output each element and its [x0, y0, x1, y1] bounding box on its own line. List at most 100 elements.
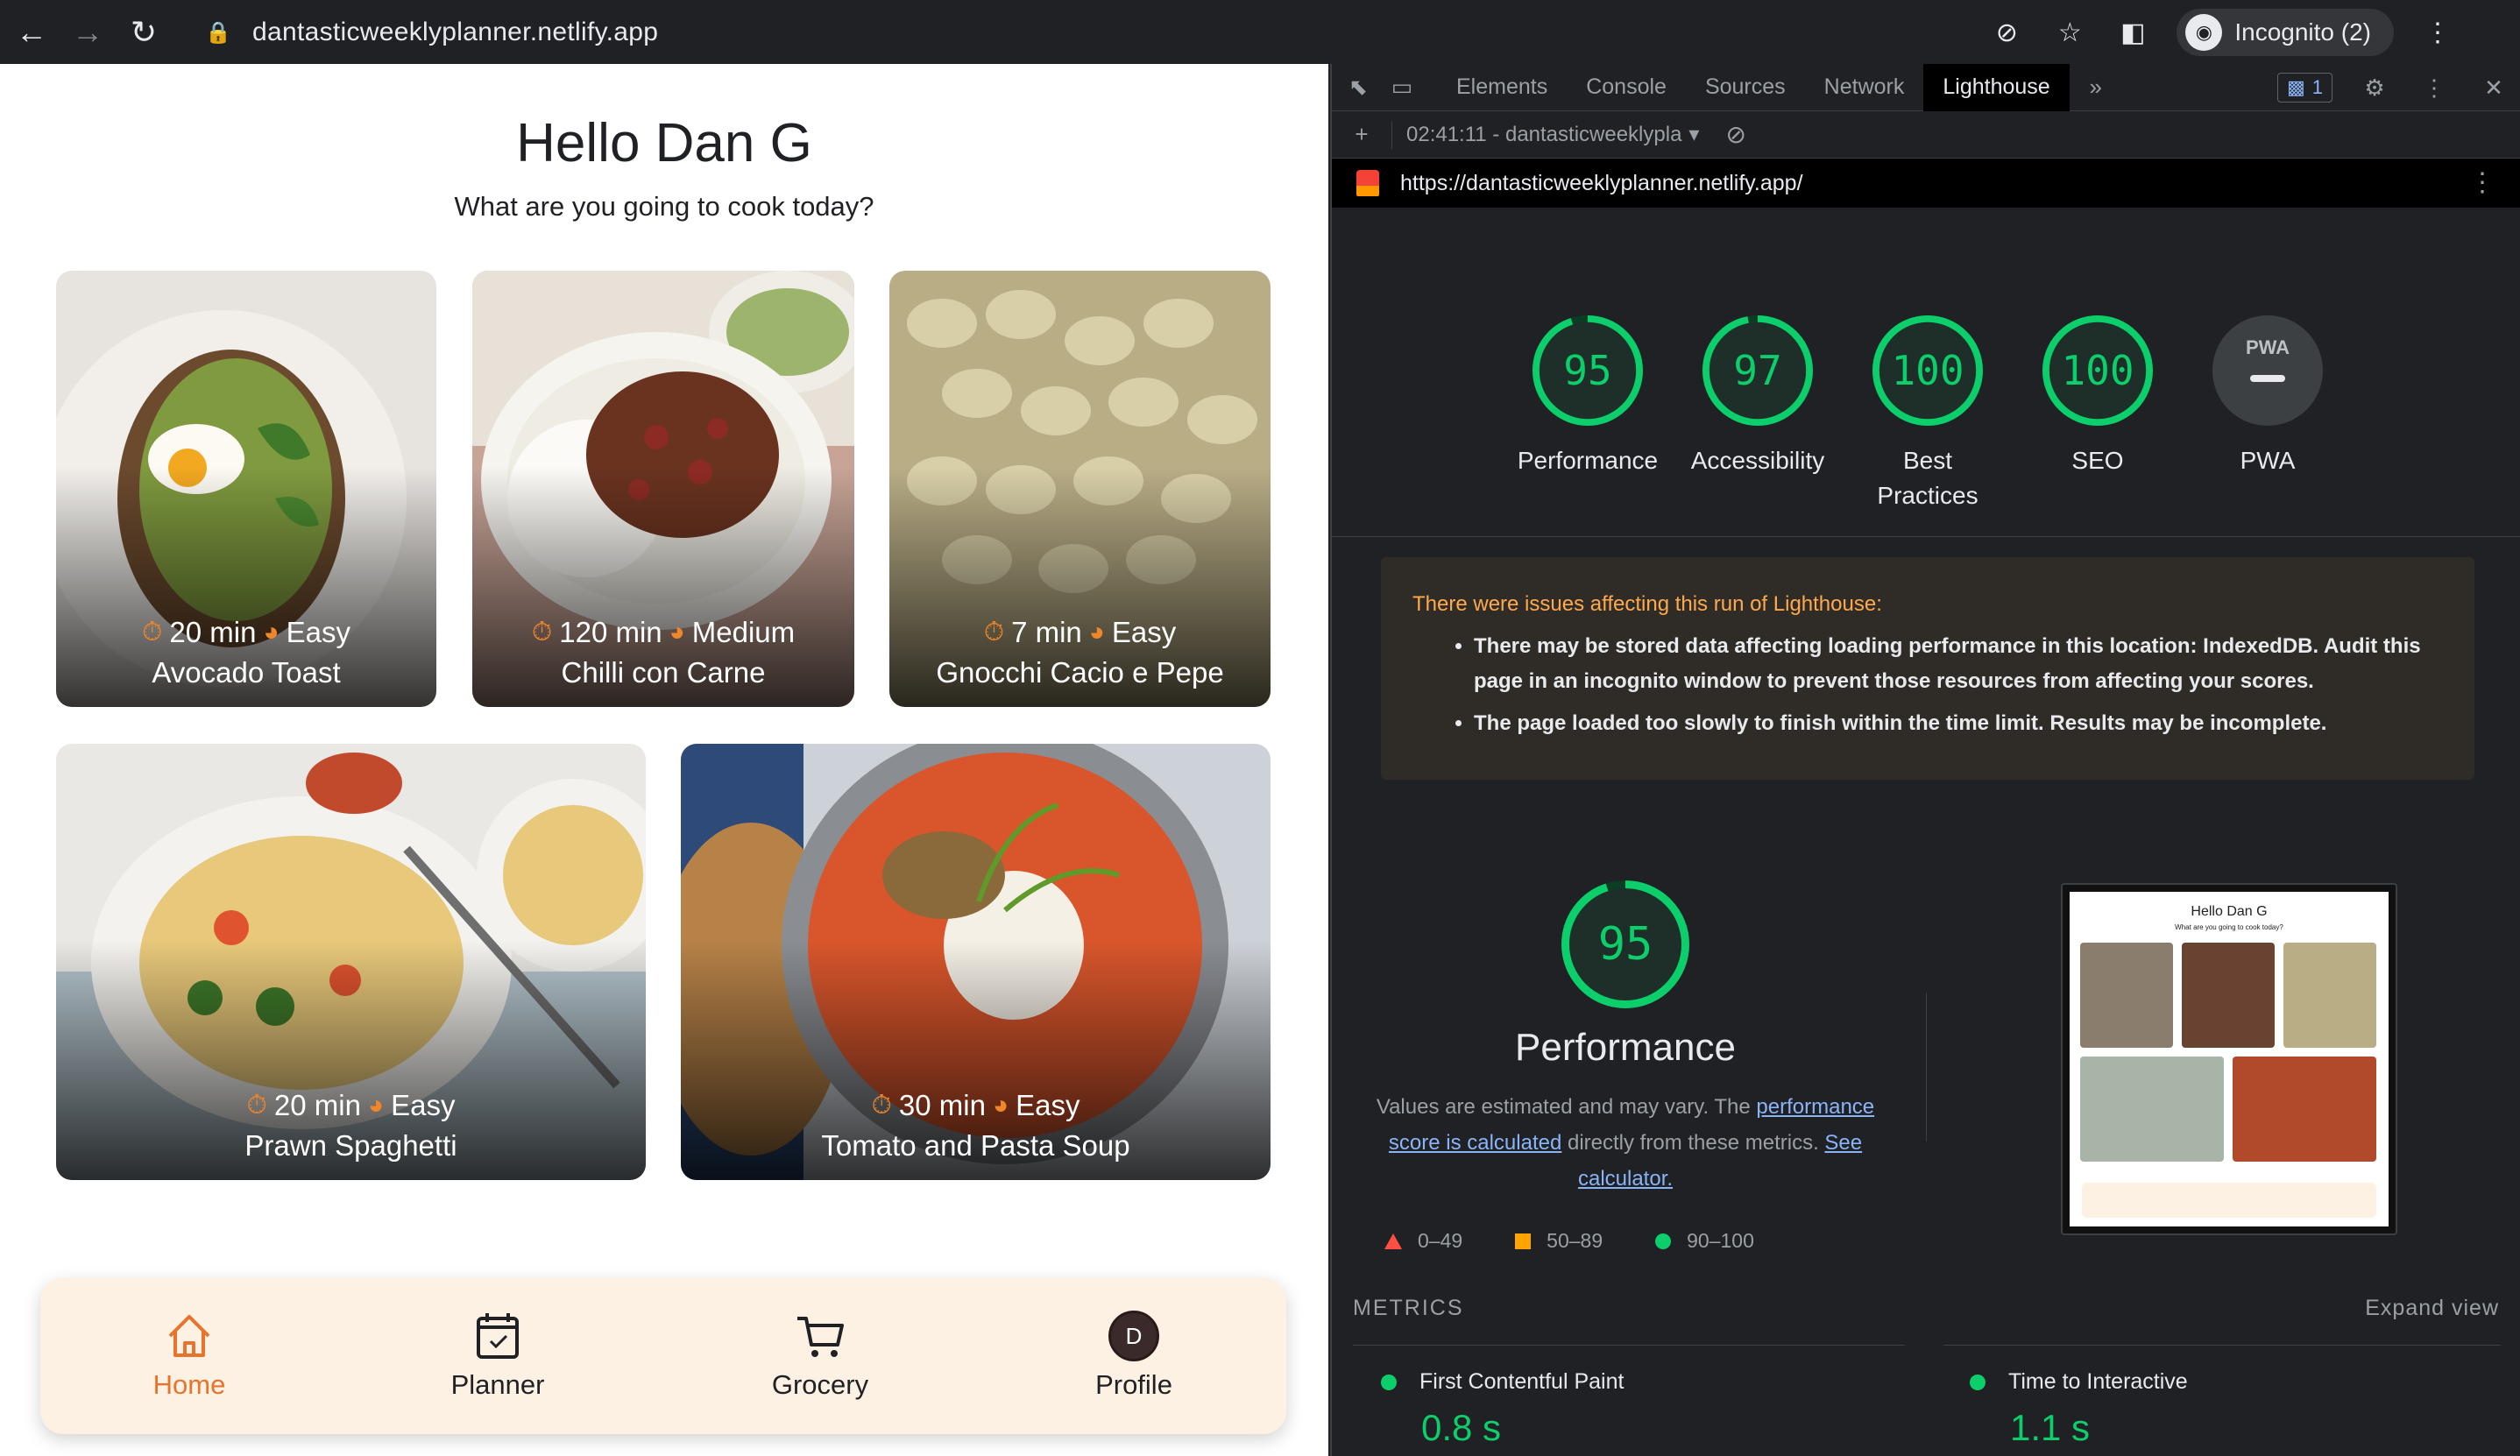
recipe-card[interactable]: ⏱ 20 min ◕ Easy Prawn Spaghetti: [56, 744, 646, 1180]
gauge-ring: 100: [2041, 314, 2155, 428]
nav-profile[interactable]: D Profile: [1046, 1310, 1221, 1401]
thumbnail-card: [2080, 1057, 2224, 1162]
kebab-icon[interactable]: ⋮: [2417, 70, 2452, 105]
clear-icon[interactable]: ⊘: [1725, 120, 1745, 149]
recipe-meta: ⏱ 20 min ◕ Easy: [56, 1089, 646, 1122]
difficulty-icon: ◕: [263, 618, 280, 647]
metric-label: First Contentful Paint: [1419, 1369, 1625, 1394]
legend-average: 50–89: [1515, 1229, 1603, 1253]
gauge-ring: PWA: [2211, 314, 2325, 428]
tab-console[interactable]: Console: [1567, 64, 1686, 111]
nav-planner-label: Planner: [450, 1369, 545, 1400]
page-title: Hello Dan G: [516, 113, 812, 173]
metrics-divider: [1353, 1345, 1905, 1346]
desc-text: Values are estimated and may vary. The: [1376, 1095, 1757, 1119]
lock-icon[interactable]: 🔒: [205, 19, 231, 46]
recipe-meta: ⏱ 20 min ◕ Easy: [56, 616, 436, 649]
gauge-ring: 100: [1871, 314, 1985, 428]
bottom-navigation: Home Planner Grocery D Profile: [40, 1278, 1286, 1434]
tab-network[interactable]: Network: [1805, 64, 1924, 111]
thumbnail-card: [2283, 943, 2376, 1048]
metric-value: 0.8 s: [1421, 1407, 1502, 1448]
gauge-score: 100: [2061, 347, 2134, 394]
report-url[interactable]: https://dantasticweeklyplanner.netlify.a…: [1400, 171, 1803, 196]
thumbnail-card: [2182, 943, 2275, 1048]
home-icon: [102, 1310, 277, 1362]
difficulty-icon: ◕: [367, 1091, 385, 1120]
address-bar[interactable]: 🔒 dantasticweeklyplanner.netlify.app ⊘ ☆…: [188, 7, 2457, 58]
device-toggle-icon[interactable]: ▭: [1384, 70, 1419, 105]
kebab-icon[interactable]: ⋮: [2418, 13, 2457, 52]
recipe-name: Avocado Toast: [152, 656, 341, 689]
section-divider: [1926, 993, 1927, 1141]
forward-icon[interactable]: →: [63, 8, 112, 57]
nav-home[interactable]: Home: [102, 1310, 277, 1401]
thumbnail-nav: [2082, 1183, 2376, 1218]
gauge-pwa[interactable]: PWA PWA: [2180, 314, 2355, 478]
reload-icon[interactable]: ↻: [119, 8, 168, 57]
recipe-card[interactable]: ⏱ 20 min ◕ Easy Avocado Toast: [56, 271, 436, 707]
performance-section: 95 Performance Values are estimated and …: [1332, 809, 2520, 1299]
final-screenshot-thumbnail[interactable]: Hello Dan G What are you going to cook t…: [2061, 883, 2397, 1235]
recipe-time: 20 min: [169, 616, 257, 648]
star-icon[interactable]: ☆: [2050, 13, 2089, 52]
issues-count: 1: [2311, 76, 2323, 98]
sidepanel-icon[interactable]: ◧: [2113, 13, 2152, 52]
recipe-card[interactable]: ⏱ 120 min ◕ Medium Chilli con Carne: [472, 271, 854, 707]
metric-label-row: Time to Interactive: [1970, 1369, 2188, 1395]
inspect-icon[interactable]: ⬉: [1341, 70, 1376, 105]
circle-icon: [1381, 1374, 1397, 1390]
gauge-label: SEO: [2071, 447, 2124, 474]
recipe-difficulty: Medium: [691, 616, 796, 648]
tab-elements[interactable]: Elements: [1437, 64, 1567, 111]
expand-view-button[interactable]: Expand view: [2365, 1296, 2499, 1321]
nav-home-label: Home: [152, 1369, 226, 1400]
plus-icon[interactable]: +: [1344, 117, 1379, 152]
omnibox-actions: ⊘ ☆ ◧ ◉ Incognito (2) ⋮: [1987, 7, 2457, 58]
back-icon[interactable]: ←: [7, 8, 56, 57]
gauge-ring: 95: [1531, 314, 1645, 428]
pwa-badge-text: PWA: [2245, 336, 2290, 358]
score-gauges: 95 Performance 97 Accessibility 100 Best…: [1332, 248, 2520, 537]
recipe-name: Tomato and Pasta Soup: [821, 1129, 1130, 1162]
nav-profile-label: Profile: [1095, 1369, 1172, 1400]
recipe-card[interactable]: ⏱ 30 min ◕ Easy Tomato and Pasta Soup: [681, 744, 1271, 1180]
incognito-button[interactable]: ◉ Incognito (2): [2177, 9, 2394, 56]
recipe-meta: ⏱ 7 min ◕ Easy: [889, 616, 1271, 649]
app-page: Hello Dan G What are you going to cook t…: [0, 64, 1328, 1456]
avatar-icon: D: [1046, 1310, 1221, 1362]
chevron-down-icon[interactable]: ▾: [1688, 122, 1699, 147]
close-icon[interactable]: ✕: [2476, 70, 2511, 105]
circle-icon: [1970, 1374, 1986, 1390]
gear-icon[interactable]: ⚙: [2357, 70, 2392, 105]
lighthouse-logo-icon: [1356, 170, 1379, 196]
metrics-divider: [1943, 1345, 2501, 1346]
gauge-accessibility[interactable]: 97 Accessibility: [1670, 314, 1845, 478]
metric-fcp: First Contentful Paint 0.8 s: [1381, 1369, 1624, 1449]
more-tabs-icon[interactable]: »: [2078, 70, 2113, 105]
gauge-seo[interactable]: 100 SEO: [2010, 314, 2185, 478]
nav-planner[interactable]: Planner: [410, 1310, 585, 1401]
issues-badge[interactable]: ▩ 1: [2276, 73, 2332, 102]
recipe-card[interactable]: ⏱ 7 min ◕ Easy Gnocchi Cacio e Pepe: [889, 271, 1271, 707]
thumbnail-card: [2233, 1057, 2376, 1162]
url-text[interactable]: dantasticweeklyplanner.netlify.app: [252, 18, 658, 47]
report-select[interactable]: 02:41:11 - dantasticweeklypla: [1406, 123, 1681, 147]
timer-icon: ⏱: [142, 618, 163, 647]
tab-sources[interactable]: Sources: [1686, 64, 1805, 111]
devtools-actions: ▩ 1 ⚙ ⋮ ✕: [2276, 64, 2511, 111]
metrics-header: METRICS Expand view: [1353, 1282, 2499, 1334]
tab-lighthouse[interactable]: Lighthouse: [1923, 64, 2070, 111]
legend-pass: 90–100: [1655, 1229, 1754, 1253]
gauge-best-practices[interactable]: 100 Best Practices: [1840, 314, 2015, 513]
timer-icon: ⏱: [871, 1091, 892, 1120]
gauge-performance[interactable]: 95 Performance: [1500, 314, 1675, 478]
kebab-icon[interactable]: ⋮: [2469, 167, 2495, 198]
gauge-label: Performance: [1517, 447, 1659, 474]
nav-grocery[interactable]: Grocery: [733, 1310, 908, 1401]
performance-description: Values are estimated and may vary. The p…: [1372, 1089, 1879, 1197]
recipe-meta: ⏱ 30 min ◕ Easy: [681, 1089, 1271, 1122]
metrics-heading: METRICS: [1353, 1295, 1464, 1320]
legend-fail-label: 0–49: [1418, 1229, 1463, 1252]
eye-off-icon[interactable]: ⊘: [1987, 13, 2026, 52]
